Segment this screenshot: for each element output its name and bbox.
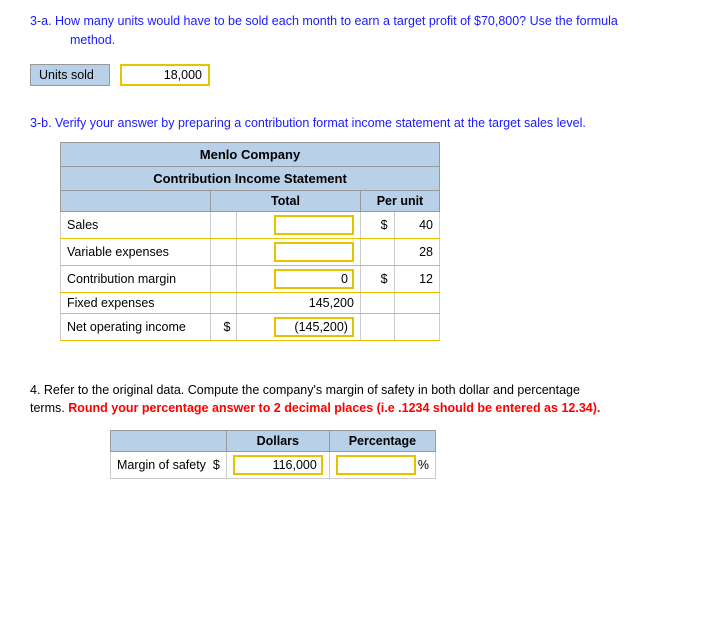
- contribution-margin-label: Contribution margin: [61, 265, 211, 292]
- units-sold-row: Units sold: [30, 64, 673, 86]
- noi-label: Net operating income: [61, 313, 211, 340]
- units-sold-label: Units sold: [30, 64, 110, 86]
- company-name-cell: Menlo Company: [61, 142, 440, 166]
- q4-text: 4. Refer to the original data. Compute t…: [30, 381, 673, 419]
- q3a-text: 3-a. How many units would have to be sol…: [30, 12, 673, 50]
- sales-total-dollar: [211, 211, 237, 238]
- fe-per-unit-dollar: [360, 292, 394, 313]
- margin-safety-row: Margin of safety $ %: [111, 452, 436, 479]
- pct-cell-container: %: [336, 455, 429, 475]
- margin-pct-cell: %: [329, 452, 435, 479]
- sales-label: Sales: [61, 211, 211, 238]
- sales-total-input[interactable]: [274, 215, 354, 235]
- margin-dollars-cell: [226, 452, 329, 479]
- income-statement-table-container: Menlo Company Contribution Income Statem…: [60, 142, 440, 341]
- sales-per-unit-dollar: $: [360, 211, 394, 238]
- per-unit-col-header: Per unit: [360, 190, 439, 211]
- statement-title-row: Contribution Income Statement: [61, 166, 440, 190]
- fe-dollar: [211, 292, 237, 313]
- units-sold-input[interactable]: [120, 64, 210, 86]
- fe-total-value: 145,200: [237, 292, 360, 313]
- var-exp-per-unit-dollar: [360, 238, 394, 265]
- col-header-row: Total Per unit: [61, 190, 440, 211]
- margin-pct-header: Percentage: [329, 431, 435, 452]
- company-name-row: Menlo Company: [61, 142, 440, 166]
- sales-row: Sales $ 40: [61, 211, 440, 238]
- noi-total-input-cell: [237, 313, 360, 340]
- margin-pct-input[interactable]: [336, 455, 416, 475]
- fe-per-unit-value: [394, 292, 439, 313]
- var-exp-per-unit-value: 28: [394, 238, 439, 265]
- cm-total-input[interactable]: [274, 269, 354, 289]
- margin-safety-table: Dollars Percentage Margin of safety $ %: [110, 430, 436, 479]
- net-operating-income-row: Net operating income $: [61, 313, 440, 340]
- margin-dollars-header: Dollars: [226, 431, 329, 452]
- fixed-expenses-row: Fixed expenses 145,200: [61, 292, 440, 313]
- sales-per-unit-value: 40: [394, 211, 439, 238]
- margin-blank-header: [111, 431, 227, 452]
- margin-dollars-input[interactable]: [233, 455, 323, 475]
- sales-total-input-cell: [237, 211, 360, 238]
- fixed-expenses-label: Fixed expenses: [61, 292, 211, 313]
- cm-dollar: [211, 265, 237, 292]
- total-col-header: Total: [211, 190, 361, 211]
- cm-per-unit-value: 12: [394, 265, 439, 292]
- var-exp-total-input[interactable]: [274, 242, 354, 262]
- question-4: 4. Refer to the original data. Compute t…: [30, 381, 673, 480]
- statement-title-cell: Contribution Income Statement: [61, 166, 440, 190]
- cm-per-unit-dollar: $: [360, 265, 394, 292]
- cm-total-input-cell: [237, 265, 360, 292]
- income-statement-table: Menlo Company Contribution Income Statem…: [60, 142, 440, 341]
- variable-expenses-row: Variable expenses 28: [61, 238, 440, 265]
- margin-safety-label: Margin of safety $: [111, 452, 227, 479]
- margin-header-row: Dollars Percentage: [111, 431, 436, 452]
- var-exp-input-cell: [237, 238, 360, 265]
- blank-col-header: [61, 190, 211, 211]
- q3b-text: 3-b. Verify your answer by preparing a c…: [30, 116, 673, 130]
- noi-per-unit-dollar: [360, 313, 394, 340]
- contribution-margin-row: Contribution margin $ 12: [61, 265, 440, 292]
- var-exp-dollar: [211, 238, 237, 265]
- noi-total-dollar: $: [211, 313, 237, 340]
- noi-total-input[interactable]: [274, 317, 354, 337]
- question-3b: 3-b. Verify your answer by preparing a c…: [30, 116, 673, 341]
- noi-per-unit-value: [394, 313, 439, 340]
- pct-sign: %: [418, 458, 429, 472]
- question-3a: 3-a. How many units would have to be sol…: [30, 12, 673, 86]
- variable-expenses-label: Variable expenses: [61, 238, 211, 265]
